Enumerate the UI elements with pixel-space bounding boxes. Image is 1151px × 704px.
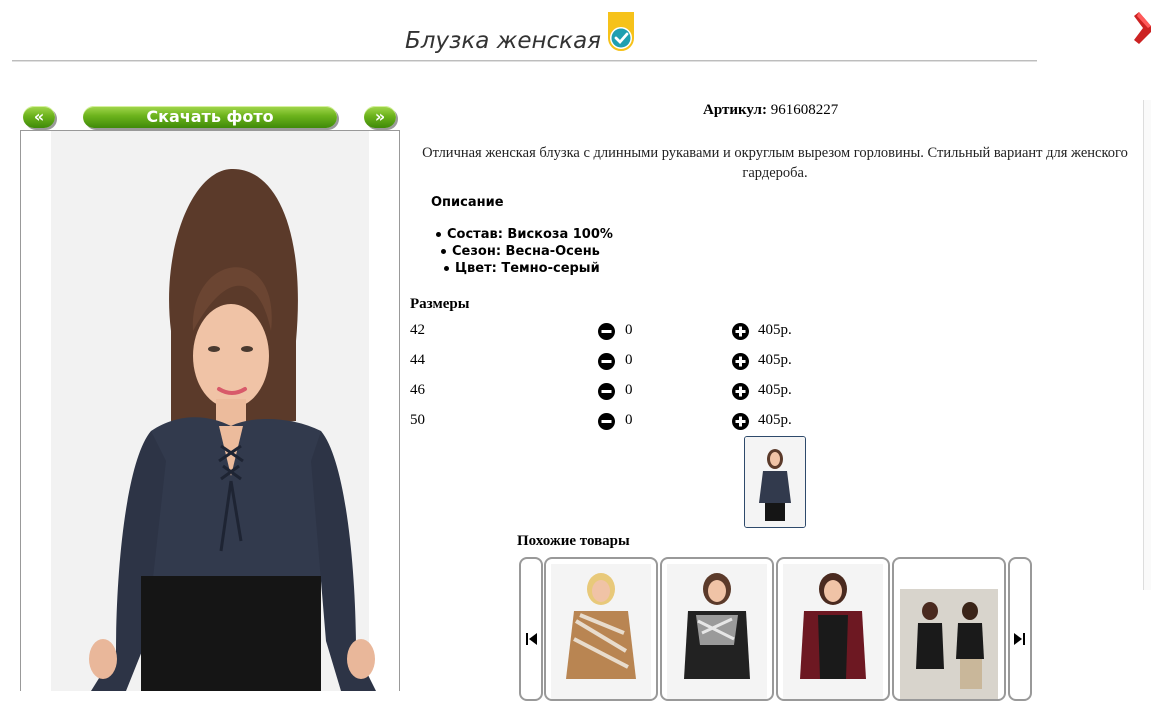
article-label: Артикул: [703, 102, 767, 118]
carousel-next-button[interactable] [1008, 557, 1032, 701]
size-value: 42 [410, 322, 425, 338]
increase-quantity-icon[interactable] [732, 323, 749, 340]
description-heading: Описание [431, 195, 504, 210]
property-item: Состав: Вискоза 100% [436, 226, 613, 243]
quantity-value: 0 [625, 412, 633, 428]
vertical-scrollbar[interactable] [1143, 100, 1151, 590]
decrease-quantity-icon[interactable] [598, 353, 615, 370]
carousel-prev-button[interactable] [519, 557, 543, 701]
property-item: Сезон: Весна-Осень [441, 243, 613, 260]
quantity-value: 0 [625, 322, 633, 338]
quantity-value: 0 [625, 382, 633, 398]
verified-badge-icon [608, 12, 634, 51]
size-row: 50 0 405р. [410, 412, 810, 432]
skip-forward-icon [1014, 633, 1025, 645]
similar-product-card[interactable] [892, 557, 1006, 701]
increase-quantity-icon[interactable] [732, 413, 749, 430]
price-value: 405р. [758, 352, 792, 368]
similar-products-heading: Похожие товары [517, 533, 630, 549]
price-value: 405р. [758, 412, 792, 428]
article-value: 961608227 [770, 102, 839, 118]
decrease-quantity-icon[interactable] [598, 413, 615, 430]
sizes-heading: Размеры [410, 296, 470, 312]
size-row: 46 0 405р. [410, 382, 810, 402]
decrease-quantity-icon[interactable] [598, 323, 615, 340]
size-value: 44 [410, 352, 425, 368]
page-title: Блузка женская [405, 28, 601, 54]
size-value: 46 [410, 382, 425, 398]
property-list: Состав: Вискоза 100% Сезон: Весна-Осень … [436, 226, 613, 277]
size-row: 44 0 405р. [410, 352, 810, 372]
similar-product-card[interactable] [660, 557, 774, 701]
skip-back-icon [526, 633, 537, 645]
increase-quantity-icon[interactable] [732, 383, 749, 400]
article-number: Артикул: 961608227 [703, 102, 838, 119]
header-divider [12, 60, 1037, 62]
quantity-value: 0 [625, 352, 633, 368]
similar-product-card[interactable] [776, 557, 890, 701]
price-value: 405р. [758, 382, 792, 398]
product-description: Отличная женская блузка с длинными рукав… [422, 145, 1128, 181]
previous-photo-button[interactable]: « [23, 106, 55, 128]
close-icon[interactable] [1134, 12, 1151, 44]
decrease-quantity-icon[interactable] [598, 383, 615, 400]
increase-quantity-icon[interactable] [732, 353, 749, 370]
product-photo [20, 130, 400, 691]
similar-product-card[interactable] [544, 557, 658, 701]
size-value: 50 [410, 412, 425, 428]
price-value: 405р. [758, 322, 792, 338]
model-illustration [89, 168, 376, 691]
size-row: 42 0 405р. [410, 322, 810, 342]
product-thumbnail[interactable] [744, 436, 806, 528]
next-photo-button[interactable]: » [364, 106, 396, 128]
property-item: Цвет: Темно-серый [444, 260, 613, 277]
download-photo-button[interactable]: Скачать фото [83, 106, 337, 128]
